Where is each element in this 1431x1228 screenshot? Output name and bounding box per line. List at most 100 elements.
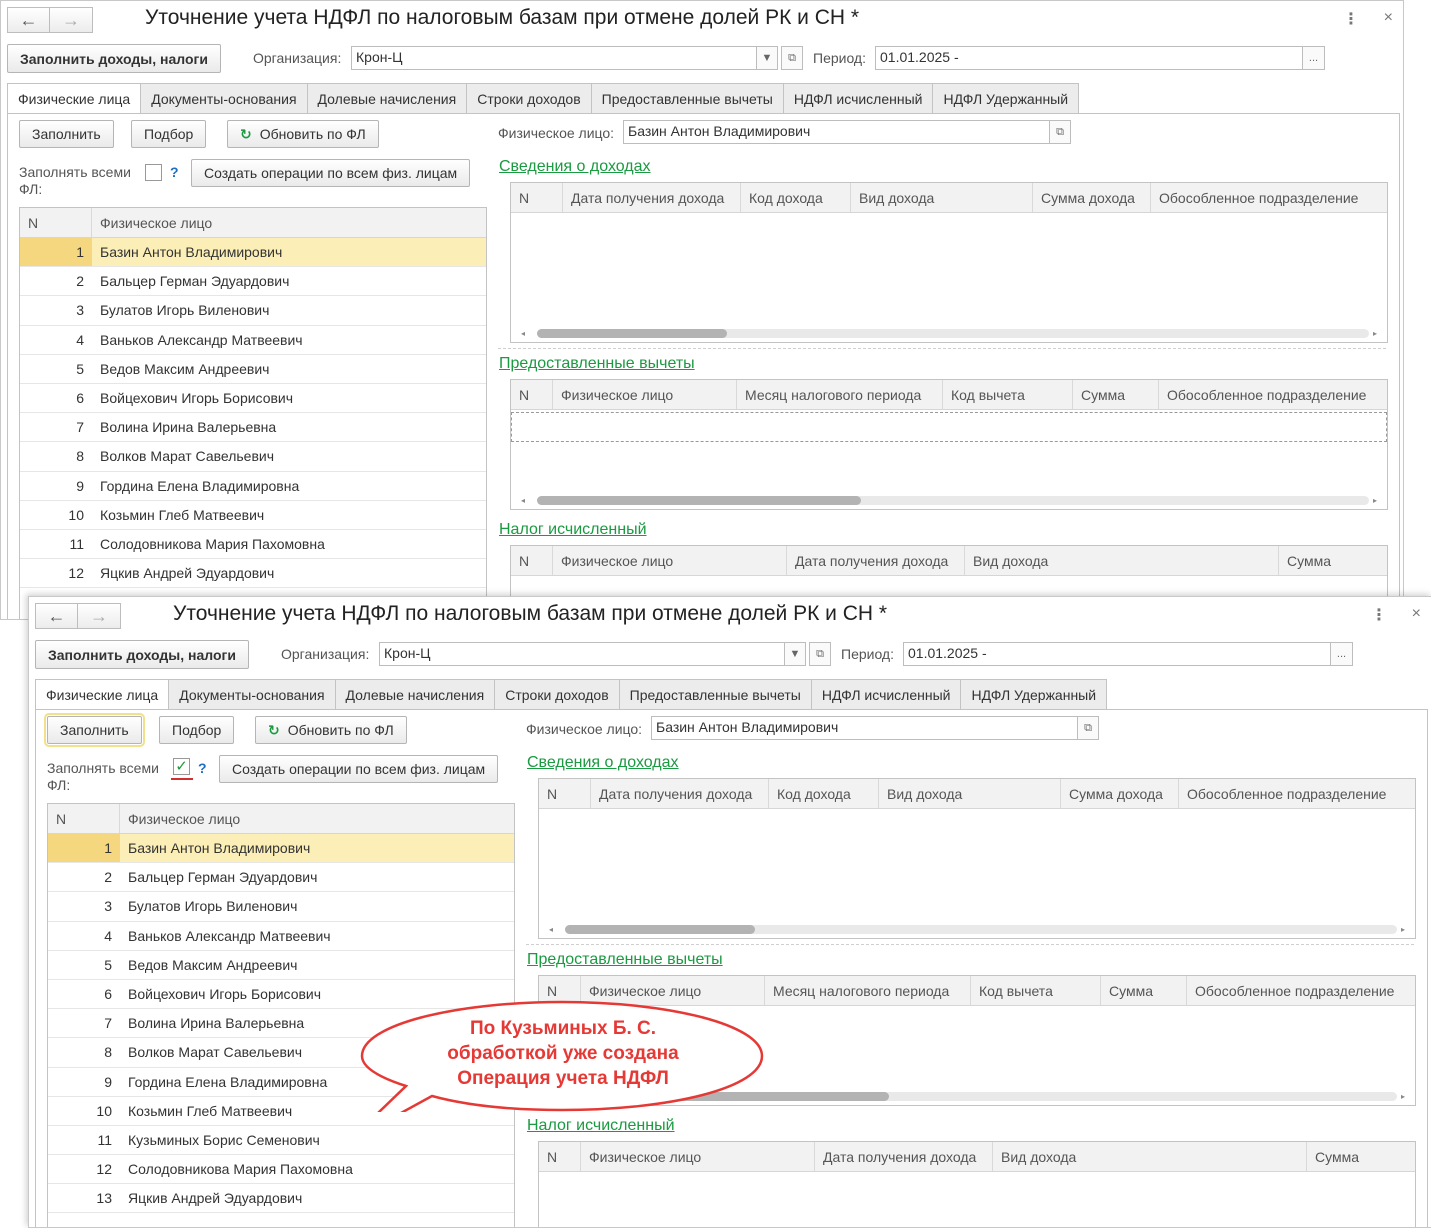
table-row[interactable]: 5 Ведов Максим Андреевич — [20, 355, 486, 384]
column-header[interactable]: Код дохода — [741, 183, 851, 212]
column-header[interactable]: Месяц налогового периода — [765, 976, 971, 1005]
table-row[interactable]: 1 Базин Антон Владимирович — [20, 238, 486, 268]
scroll-right-icon[interactable]: ▸ — [1373, 329, 1377, 338]
org-field[interactable]: Крон-Ц — [351, 46, 757, 70]
tab-share-accruals[interactable]: Долевые начисления — [306, 83, 468, 113]
close-icon[interactable]: × — [1384, 9, 1393, 27]
column-header[interactable]: Дата получения дохода — [815, 1142, 993, 1171]
column-header[interactable]: Код дохода — [769, 779, 879, 808]
tab-basis-documents[interactable]: Документы-основания — [168, 679, 336, 709]
tab-ndfl-withheld[interactable]: НДФЛ Удержанный — [960, 679, 1108, 709]
column-header[interactable]: Физическое лицо — [553, 380, 737, 409]
forward-icon[interactable]: → — [78, 603, 121, 629]
person-field[interactable]: Базин Антон Владимирович — [651, 716, 1078, 740]
open-icon[interactable]: ⧉ — [809, 642, 831, 666]
column-header[interactable]: Физическое лицо — [581, 1142, 815, 1171]
back-icon[interactable]: ← — [7, 7, 50, 33]
column-header[interactable]: Сумма дохода — [1033, 183, 1151, 212]
table-row[interactable]: 8 Волков Марат Савельевич — [20, 442, 486, 472]
table-row[interactable]: 6 Войцехович Игорь Борисович — [20, 384, 486, 414]
scroll-thumb[interactable] — [537, 496, 861, 505]
column-header[interactable]: N — [511, 183, 563, 212]
table-row[interactable]: 4 Ваньков Александр Матвеевич — [48, 922, 514, 951]
deductions-section-title[interactable]: Предоставленные вычеты — [527, 951, 723, 969]
back-icon[interactable]: ← — [35, 603, 78, 629]
scroll-left-icon[interactable]: ◂ — [521, 329, 525, 338]
table-row[interactable]: 2 Бальцер Герман Эдуардович — [48, 863, 514, 893]
column-header[interactable]: Сумма — [1307, 1142, 1415, 1171]
period-field[interactable]: 01.01.2025 - — [875, 46, 1303, 70]
table-row[interactable]: 4 Ваньков Александр Матвеевич — [20, 326, 486, 355]
tax-section-title[interactable]: Налог исчисленный — [527, 1117, 675, 1135]
refresh-by-person-button[interactable]: ↻ Обновить по ФЛ — [255, 716, 407, 744]
table-row[interactable]: 5 Ведов Максим Андреевич — [48, 951, 514, 980]
fill-button[interactable]: Заполнить — [19, 120, 114, 148]
deductions-section-title[interactable]: Предоставленные вычеты — [499, 355, 695, 373]
period-field[interactable]: 01.01.2025 - — [903, 642, 1331, 666]
horizontal-scrollbar[interactable] — [565, 925, 1397, 934]
tab-ndfl-withheld[interactable]: НДФЛ Удержанный — [932, 83, 1080, 113]
column-header[interactable]: N — [539, 1142, 581, 1171]
tab-ndfl-calculated[interactable]: НДФЛ исчисленный — [782, 83, 934, 113]
scroll-left-icon[interactable]: ◂ — [521, 496, 525, 505]
open-icon[interactable]: ⧉ — [1077, 716, 1099, 740]
more-icon[interactable]: ⋮ — [1343, 9, 1359, 29]
fill-all-checkbox[interactable] — [145, 164, 162, 181]
table-row[interactable]: 2 Бальцер Герман Эдуардович — [20, 267, 486, 297]
scroll-right-icon[interactable]: ▸ — [1401, 1092, 1405, 1101]
select-button[interactable]: Подбор — [131, 120, 207, 148]
income-section-title[interactable]: Сведения о доходах — [499, 158, 651, 176]
scroll-thumb[interactable] — [565, 925, 755, 934]
close-icon[interactable]: × — [1412, 605, 1421, 623]
tab-income-lines[interactable]: Строки доходов — [494, 679, 620, 709]
tab-deductions[interactable]: Предоставленные вычеты — [590, 83, 784, 113]
period-select-button[interactable]: ... — [1302, 46, 1325, 70]
scroll-thumb[interactable] — [565, 1092, 889, 1101]
col-person[interactable]: Физическое лицо — [92, 208, 486, 237]
scroll-left-icon[interactable]: ◂ — [549, 925, 553, 934]
tab-basis-documents[interactable]: Документы-основания — [140, 83, 308, 113]
column-header[interactable]: Дата получения дохода — [591, 779, 769, 808]
refresh-by-person-button[interactable]: ↻ Обновить по ФЛ — [227, 120, 379, 148]
column-header[interactable]: Физическое лицо — [581, 976, 765, 1005]
tab-deductions[interactable]: Предоставленные вычеты — [618, 679, 812, 709]
forward-icon[interactable]: → — [50, 7, 93, 33]
table-row[interactable]: 6 Войцехович Игорь Борисович — [48, 980, 514, 1010]
col-person[interactable]: Физическое лицо — [120, 804, 514, 833]
help-icon[interactable]: ? — [170, 164, 179, 180]
horizontal-scrollbar[interactable] — [565, 1092, 1397, 1101]
tab-income-lines[interactable]: Строки доходов — [466, 83, 592, 113]
more-icon[interactable]: ⋮ — [1371, 605, 1387, 625]
tab-individuals[interactable]: Физические лица — [35, 679, 170, 710]
open-icon[interactable]: ⧉ — [1049, 120, 1071, 144]
table-row[interactable]: 9 Гордина Елена Владимировна — [20, 472, 486, 501]
column-header[interactable]: Сумма дохода — [1061, 779, 1179, 808]
fill-income-taxes-button[interactable]: Заполнить доходы, налоги — [35, 640, 249, 669]
col-n[interactable]: N — [48, 804, 120, 833]
table-row[interactable]: 1 Базин Антон Владимирович — [48, 834, 514, 864]
fill-income-taxes-button[interactable]: Заполнить доходы, налоги — [7, 44, 221, 73]
table-row[interactable]: 12 Солодовникова Мария Пахомовна — [48, 1155, 514, 1185]
column-header[interactable]: Вид дохода — [851, 183, 1033, 212]
column-header[interactable]: N — [539, 976, 581, 1005]
column-header[interactable]: Код вычета — [971, 976, 1101, 1005]
column-header[interactable]: Код вычета — [943, 380, 1073, 409]
col-n[interactable]: N — [20, 208, 92, 237]
chevron-down-icon[interactable]: ▼ — [756, 46, 778, 70]
fill-all-checkbox-checked[interactable]: ✓ — [173, 758, 190, 775]
table-row[interactable]: 7 Волина Ирина Валерьевна — [20, 413, 486, 443]
table-row[interactable]: 11 Кузьминых Борис Семенович — [48, 1126, 514, 1156]
column-header[interactable]: Сумма — [1279, 546, 1387, 575]
table-row[interactable]: 10 Козьмин Глеб Матвеевич — [20, 501, 486, 530]
column-header[interactable]: Вид дохода — [965, 546, 1279, 575]
chevron-down-icon[interactable]: ▼ — [784, 642, 806, 666]
column-header[interactable]: Физическое лицо — [553, 546, 787, 575]
create-ops-button[interactable]: Создать операции по всем физ. лицам — [191, 159, 471, 187]
table-row[interactable]: 10 Козьмин Глеб Матвеевич — [48, 1097, 514, 1126]
table-row[interactable]: 13 Яцкив Андрей Эдуардович — [48, 1184, 514, 1214]
open-icon[interactable]: ⧉ — [781, 46, 803, 70]
horizontal-scrollbar[interactable] — [537, 329, 1369, 338]
org-field[interactable]: Крон-Ц — [379, 642, 785, 666]
column-header[interactable]: Месяц налогового периода — [737, 380, 943, 409]
select-button[interactable]: Подбор — [159, 716, 235, 744]
